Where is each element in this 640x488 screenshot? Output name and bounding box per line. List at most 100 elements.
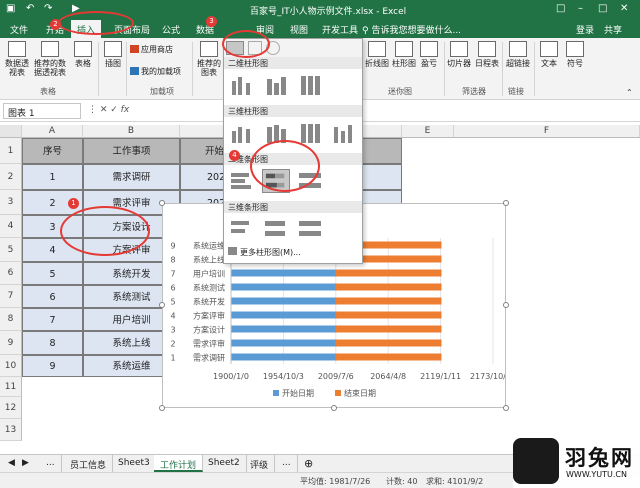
timeline-button[interactable]: 日程表 [474,41,500,68]
sheet-tab[interactable]: Sheet3 [112,455,157,472]
table-button[interactable]: 表格 [72,41,94,68]
sheet-tab[interactable]: 员工信息 [64,455,114,472]
hyperlink-button[interactable]: 超链接 [504,41,532,68]
undo-icon[interactable]: ↶ [26,3,34,14]
slicer-button[interactable]: 切片器 [446,41,472,68]
sheet-tab[interactable]: 评级 [244,455,276,472]
resize-handle[interactable] [159,302,165,308]
3d-clustered-bar-icon[interactable] [228,217,256,241]
sheet-tab[interactable]: Sheet2 [202,455,247,472]
close-icon[interactable]: ✕ [620,3,628,14]
chart-x-tick-label: 2119/1/11 [420,372,461,381]
row-header[interactable]: 10 [0,355,22,377]
row-header[interactable]: 2 [0,164,22,190]
add-sheet-icon[interactable]: ⊕ [304,457,313,470]
resize-handle[interactable] [503,405,509,411]
text-button[interactable]: 文本 [538,41,560,68]
3d-column-icon[interactable] [328,121,356,145]
recommended-charts-button[interactable]: 推荐的图表 [195,41,223,77]
sheet-nav-prev-icon[interactable]: ◀ [8,458,15,468]
illustrations-button[interactable]: 插图 [102,41,124,68]
recommended-pivot-button[interactable]: 推荐的数据透视表 [32,41,68,77]
sparkline-column-icon [395,41,413,57]
row-header[interactable]: 7 [0,285,22,308]
redo-icon[interactable]: ↷ [44,3,52,14]
row-header[interactable]: 3 [0,190,22,215]
table-cell[interactable]: 1 [22,164,83,190]
table-header-cell[interactable]: 工作事项 [83,138,180,164]
chart-category-label: 系统上线 [193,255,225,265]
sparkline-column-button[interactable]: 柱形图 [391,41,417,68]
chart-category-label: 方案设计 [193,325,225,335]
select-all-corner[interactable] [0,125,22,138]
table-header-cell[interactable]: 序号 [22,138,83,164]
row-header[interactable]: 8 [0,308,22,331]
percent-stacked-column-icon[interactable] [296,73,324,97]
chart-category-label: 系统运维 [193,241,225,251]
sheet-tab-more[interactable]: ... [40,455,62,472]
ribbon-display-icon[interactable]: □ [556,3,565,14]
chart-bar-end [335,297,442,305]
resize-handle[interactable] [331,405,337,411]
column-header[interactable]: A [22,125,83,138]
maximize-icon[interactable]: □ [598,3,607,14]
name-box[interactable]: 图表 1 [3,103,81,119]
3d-clustered-column-icon[interactable] [228,121,256,145]
row-header[interactable]: 1 [0,138,22,164]
more-column-charts[interactable]: 更多柱形图(M)... [228,247,301,258]
sheet-tab-active[interactable]: 工作计划 [154,455,204,472]
table-cell[interactable]: 6 [22,285,83,308]
my-addins-button[interactable]: 我的加载项 [130,66,181,77]
tab-file[interactable]: 文件 [10,23,28,36]
3d-percent-bar-icon[interactable] [296,217,324,241]
sheet-nav-next-icon[interactable]: ▶ [22,458,29,468]
row-header[interactable]: 6 [0,262,22,285]
more-column-charts-label: 更多柱形图(M)... [240,248,301,257]
collapse-ribbon-icon[interactable]: ⌃ [626,88,633,97]
pivot-table-button[interactable]: 数据透视表 [4,41,30,77]
table-cell[interactable]: 需求调研 [83,164,180,190]
stacked-column-icon[interactable] [262,73,290,97]
status-sum: 求和: 4101/9/2 [426,477,484,486]
sparkline-line-button[interactable]: 折线图 [364,41,390,68]
formula-buttons[interactable]: ⋮ ✕ ✓ fx [88,105,129,115]
minimize-icon[interactable]: – [578,3,583,14]
resize-handle[interactable] [503,302,509,308]
login-link[interactable]: 登录 [576,23,594,36]
app-store-button[interactable]: 应用商店 [130,44,173,55]
chart-bar-start [231,353,336,361]
chart-x-tick-label: 2064/4/8 [370,372,406,381]
table-cell[interactable]: 8 [22,331,83,355]
timeline-label: 日程表 [475,59,499,68]
sheet-tab-more[interactable]: ... [276,455,298,472]
group-addins: 加载项 [150,87,174,96]
clustered-column-icon[interactable] [228,73,256,97]
tab-formulas[interactable]: 公式 [162,23,180,36]
resize-handle[interactable] [503,200,509,206]
resize-handle[interactable] [159,200,165,206]
tab-view[interactable]: 视图 [290,23,308,36]
3d-percent-column-icon[interactable] [296,121,324,145]
tab-developer[interactable]: 开发工具 [322,23,358,36]
sparkline-winloss-button[interactable]: 盈亏 [418,41,440,68]
table-cell[interactable]: 5 [22,262,83,285]
chart-x-tick-label: 1900/1/0 [213,372,249,381]
column-header[interactable]: F [454,125,640,138]
tell-me-search[interactable]: ⚲ 告诉我您想要做什么... [362,23,461,36]
column-header[interactable]: E [402,125,454,138]
row-header[interactable]: 11 [0,377,22,397]
row-header[interactable]: 5 [0,238,22,262]
row-header[interactable]: 13 [0,419,22,441]
symbols-button[interactable]: 符号 [564,41,586,68]
row-header[interactable]: 12 [0,397,22,419]
share-button[interactable]: 共享 [604,23,622,36]
row-header[interactable]: 4 [0,215,22,238]
row-header[interactable]: 9 [0,331,22,355]
table-cell[interactable]: 9 [22,355,83,377]
3d-stacked-bar-icon[interactable] [262,217,290,241]
resize-handle[interactable] [159,405,165,411]
save-icon[interactable]: ▣ [6,3,15,14]
table-cell[interactable]: 7 [22,308,83,331]
column-header[interactable]: B [83,125,180,138]
symbols-label: 符号 [567,59,583,68]
